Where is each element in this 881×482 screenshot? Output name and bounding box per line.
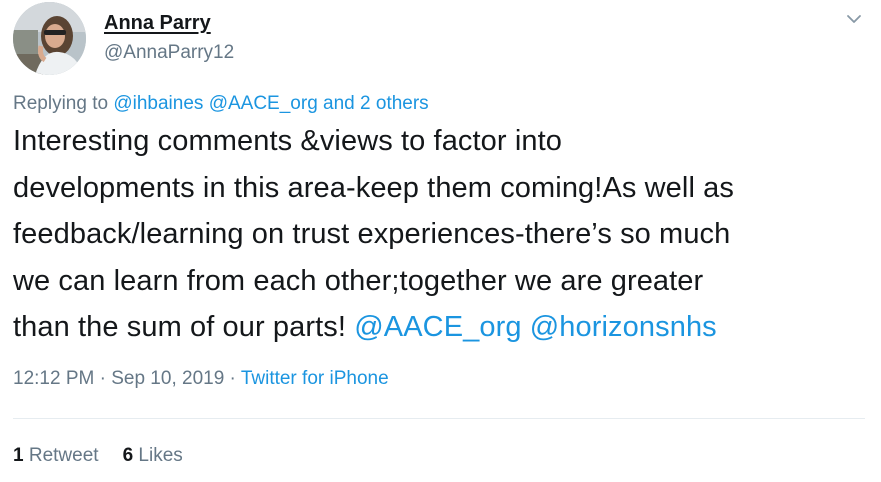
chevron-down-icon[interactable]	[844, 9, 864, 29]
mention-aace-org-inline[interactable]: @AACE_org	[354, 311, 521, 343]
author-handle[interactable]: @AnnaParry12	[104, 40, 234, 66]
tweet-meta: 12:12 PM · Sep 10, 2019 · Twitter for iP…	[13, 366, 389, 392]
mention-horizonsnhs[interactable]: @horizonsnhs	[530, 311, 717, 343]
likes-stat[interactable]: 6 Likes	[123, 445, 183, 466]
tweet-line: Interesting comments &views to factor in…	[13, 125, 562, 157]
likes-label: Likes	[138, 445, 183, 466]
author-block: Anna Parry @AnnaParry12	[104, 10, 234, 66]
author-display-name[interactable]: Anna Parry	[104, 10, 234, 36]
likes-count: 6	[122, 445, 134, 466]
reply-and[interactable]: and	[323, 93, 355, 114]
reply-others-link[interactable]: 2 others	[360, 93, 429, 114]
meta-separator: ·	[99, 368, 106, 389]
reply-prefix: Replying to	[13, 93, 109, 114]
reply-context: Replying to @ihbaines @AACE_org and 2 ot…	[13, 92, 429, 116]
tweet-source[interactable]: Twitter for iPhone	[241, 368, 389, 389]
retweets-count: 1	[13, 445, 24, 466]
tweet-detail: Anna Parry @AnnaParry12 Replying to @ihb…	[0, 0, 881, 482]
mention-aace-org[interactable]: @AACE_org	[209, 93, 318, 114]
tweet-line: we can learn from each other;together we…	[13, 264, 704, 297]
tweet-text: Interesting comments &views to factor in…	[13, 118, 873, 351]
divider	[13, 418, 865, 419]
tweet-line: feedback/learning on trust experiences-t…	[13, 218, 731, 250]
tweet-line: developments in this area-keep them comi…	[13, 171, 734, 204]
mention-ihbaines[interactable]: @ihbaines	[113, 93, 203, 114]
retweets-stat[interactable]: 1 Retweet	[13, 445, 99, 466]
tweet-date[interactable]: Sep 10, 2019	[111, 368, 224, 389]
tweet-line-last: than the sum of our parts! @AACE_org @ho…	[13, 304, 873, 351]
tweet-line-text: than the sum of our parts!	[13, 311, 347, 343]
retweets-label: Retweet	[28, 445, 99, 466]
avatar[interactable]	[13, 2, 86, 75]
avatar-photo	[13, 2, 86, 75]
meta-separator: ·	[229, 368, 236, 389]
tweet-time[interactable]: 12:12 PM	[13, 368, 94, 389]
tweet-stats: 1 Retweet 6 Likes	[13, 443, 183, 469]
